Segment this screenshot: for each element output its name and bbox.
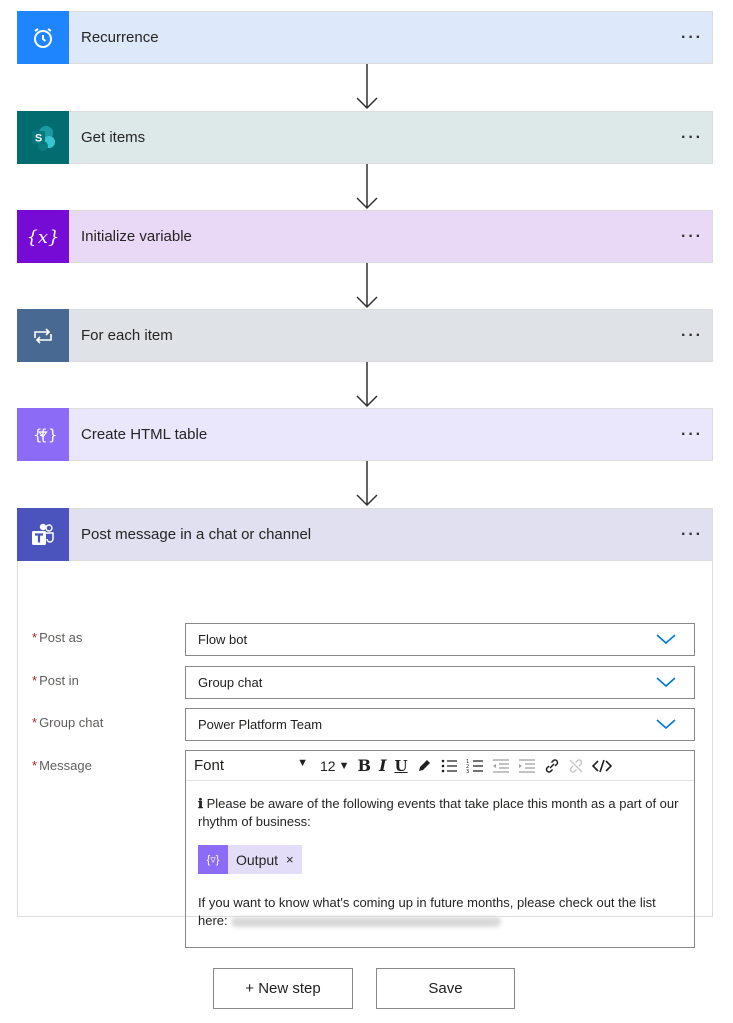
- highlight-pen-icon[interactable]: [412, 758, 436, 774]
- group-chat-value: Power Platform Team: [198, 717, 323, 732]
- step-title: Initialize variable: [81, 228, 192, 245]
- italic-icon[interactable]: I: [375, 756, 390, 775]
- remove-token-button[interactable]: ×: [286, 851, 302, 869]
- more-options-button[interactable]: ···: [672, 29, 712, 47]
- svg-text:}: }: [48, 426, 56, 444]
- post-in-dropdown[interactable]: Group chat: [185, 666, 695, 699]
- font-size-dropdown[interactable]: 12 ▼: [316, 758, 353, 774]
- bold-icon[interactable]: B: [353, 756, 375, 775]
- more-options-button[interactable]: ···: [672, 426, 712, 444]
- link-icon[interactable]: [540, 758, 564, 774]
- connector-arrow-icon: [356, 461, 378, 507]
- message-label: * Message: [32, 758, 92, 773]
- post-in-value: Group chat: [198, 675, 263, 690]
- teams-icon: [17, 508, 69, 561]
- data-operation-icon: {{}: [17, 408, 69, 461]
- output-token[interactable]: {▿} Output ×: [198, 845, 302, 874]
- code-view-icon[interactable]: [588, 758, 616, 774]
- svg-text:{x}: {x}: [26, 227, 59, 248]
- step-title: Get items: [81, 129, 146, 146]
- step-for-each-item[interactable]: For each item ···: [17, 309, 713, 362]
- decrease-indent-icon[interactable]: [488, 758, 514, 774]
- more-options-button[interactable]: ···: [672, 526, 712, 544]
- numbered-list-icon[interactable]: 123: [462, 758, 488, 774]
- post-as-dropdown[interactable]: Flow bot: [185, 623, 695, 656]
- message-content: ℹ Please be aware of the following event…: [186, 781, 694, 930]
- unlink-icon[interactable]: [564, 758, 588, 774]
- group-chat-dropdown[interactable]: Power Platform Team: [185, 708, 695, 741]
- connector-arrow-icon: [356, 64, 378, 110]
- svg-text:S: S: [35, 132, 42, 144]
- token-label: Output: [236, 851, 279, 868]
- variable-icon: {x}: [17, 210, 69, 263]
- step-title: For each item: [81, 327, 173, 344]
- alarm-clock-icon: [17, 11, 69, 64]
- sharepoint-icon: S: [17, 111, 69, 164]
- group-chat-label: * Group chat: [32, 715, 104, 730]
- step-title: Create HTML table: [81, 426, 208, 443]
- message-editor[interactable]: Font ▼ 12 ▼ B I U 123 ℹ Please be aware of…: [185, 750, 695, 948]
- formatting-toolbar: Font ▼ 12 ▼ B I U 123: [186, 751, 694, 781]
- loop-icon: [17, 309, 69, 362]
- save-button[interactable]: Save: [376, 968, 515, 1009]
- data-operation-icon: {▿}: [198, 845, 228, 874]
- step-get-items[interactable]: S Get items ···: [17, 111, 713, 164]
- post-as-label: * Post as: [32, 630, 83, 645]
- redacted-link: [231, 916, 502, 927]
- step-body: * Post as Flow bot * Post in Group chat * G…: [17, 561, 713, 948]
- bullet-list-icon[interactable]: [436, 758, 462, 774]
- chevron-down-icon: [656, 719, 676, 730]
- step-create-html-table[interactable]: {{} Create HTML table ···: [17, 408, 713, 461]
- step-initialize-variable[interactable]: {x} Initialize variable ···: [17, 210, 713, 263]
- step-post-message: Post message in a chat or channel ··· * P…: [17, 508, 713, 948]
- more-options-button[interactable]: ···: [672, 327, 712, 345]
- font-dropdown[interactable]: Font ▼: [186, 757, 316, 774]
- info-icon: ℹ: [198, 796, 203, 811]
- more-options-button[interactable]: ···: [672, 228, 712, 246]
- post-as-value: Flow bot: [198, 632, 248, 647]
- connector-arrow-icon: [356, 164, 378, 210]
- more-options-button[interactable]: ···: [672, 129, 712, 147]
- chevron-down-icon: [656, 634, 676, 645]
- step-title: Post message in a chat or channel: [81, 526, 312, 543]
- connector-arrow-icon: [356, 362, 378, 408]
- connector-arrow-icon: [356, 263, 378, 309]
- step-title: Recurrence: [81, 29, 159, 46]
- svg-text:3: 3: [466, 769, 469, 774]
- underline-icon[interactable]: U: [390, 757, 411, 775]
- increase-indent-icon[interactable]: [514, 758, 540, 774]
- chevron-down-icon: [656, 677, 676, 688]
- step-recurrence[interactable]: Recurrence ···: [17, 11, 713, 64]
- step-header[interactable]: Post message in a chat or channel ···: [17, 508, 713, 561]
- post-in-label: * Post in: [32, 673, 79, 688]
- new-step-button[interactable]: + New step: [213, 968, 353, 1009]
- message-line-1: Please be aware of the following events …: [198, 796, 679, 829]
